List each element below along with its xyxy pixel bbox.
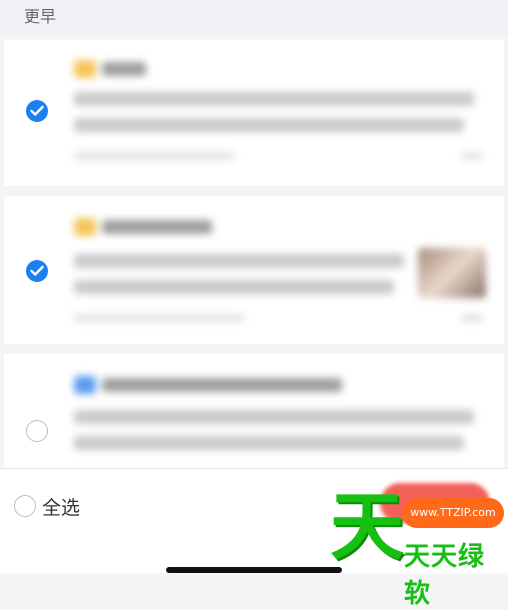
home-indicator: [166, 567, 342, 573]
category-tag-icon: [74, 376, 96, 394]
select-all-checkbox[interactable]: [14, 495, 36, 517]
message-item[interactable]: [4, 354, 504, 468]
section-title: 更早: [24, 7, 57, 26]
message-item[interactable]: [4, 40, 504, 186]
message-content-blurred: [72, 40, 504, 186]
watermark-logo-char: 天: [330, 484, 404, 570]
message-item[interactable]: [4, 196, 504, 344]
watermark-name: 天天绿软: [404, 542, 486, 609]
select-all-label[interactable]: 全选: [42, 493, 80, 520]
category-tag-icon: [74, 60, 96, 78]
message-content-blurred: [72, 196, 504, 344]
message-thumbnail: [418, 248, 486, 298]
checkbox-checked-icon[interactable]: [26, 260, 48, 282]
category-tag-icon: [74, 218, 96, 236]
watermark-url: www.TTZIP.com: [402, 498, 504, 528]
message-content-blurred: [72, 354, 504, 468]
section-header: 更早: [0, 0, 508, 36]
checkbox-checked-icon[interactable]: [26, 100, 48, 122]
checkbox-unchecked-icon[interactable]: [26, 420, 48, 442]
